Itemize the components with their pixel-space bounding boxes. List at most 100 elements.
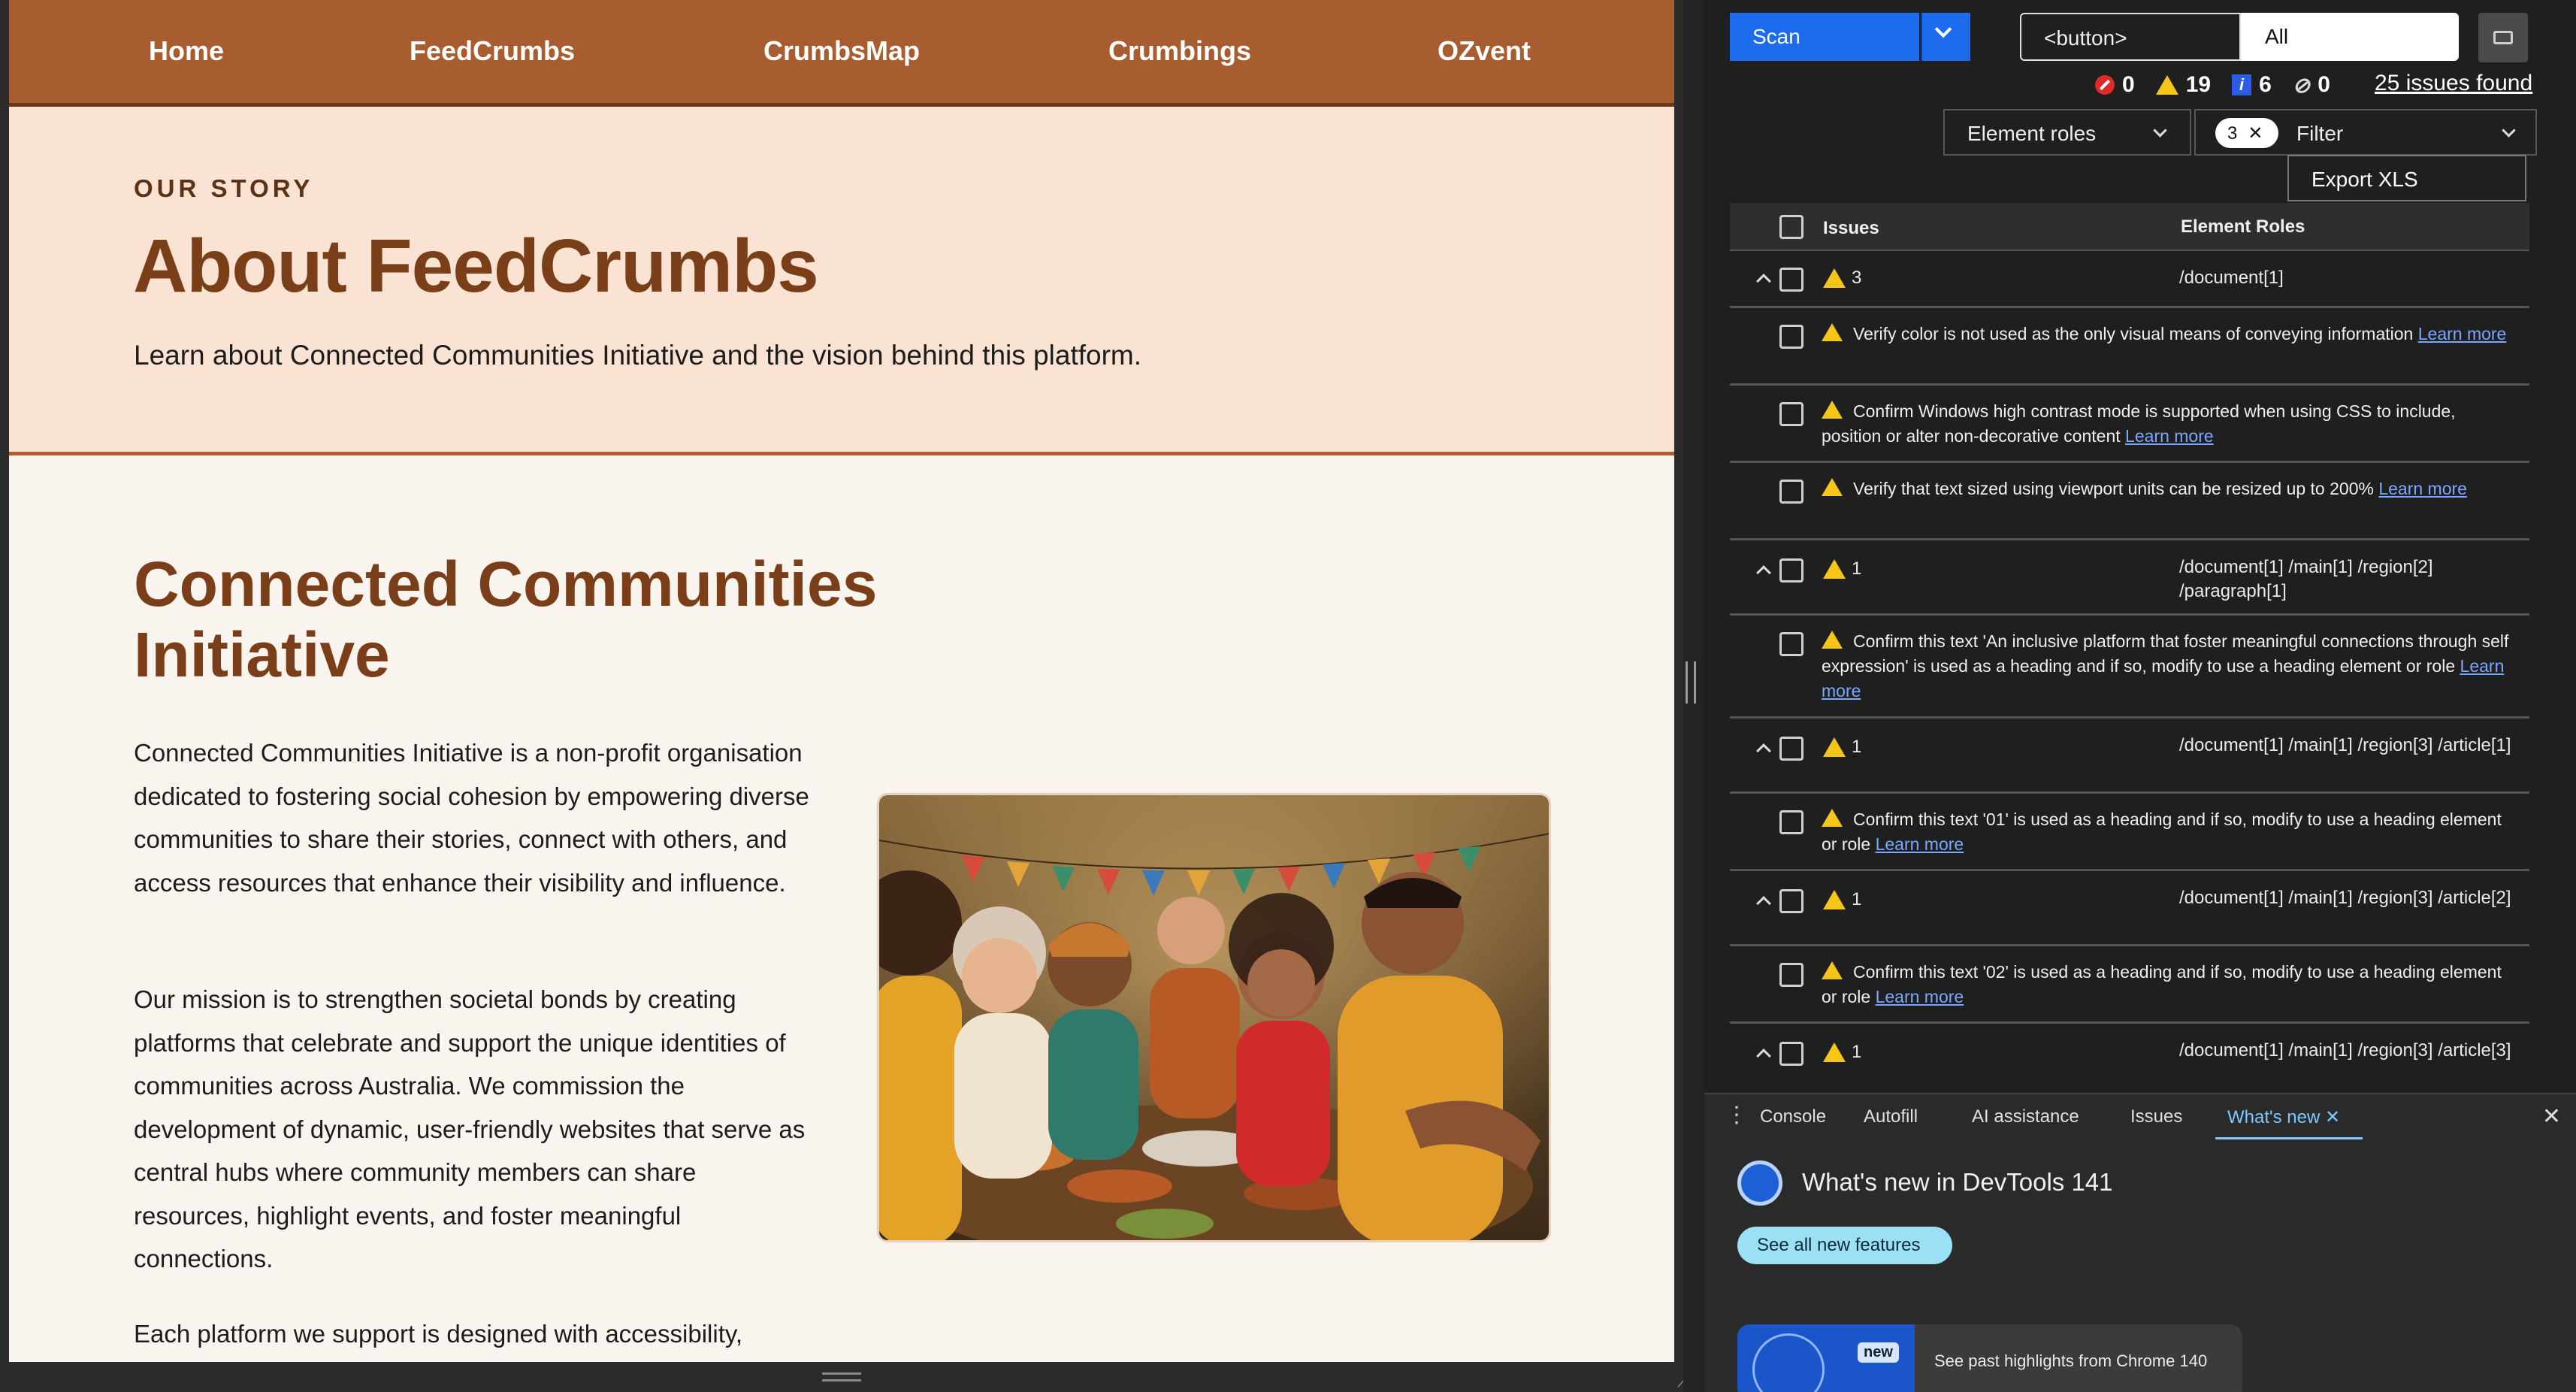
error-count[interactable]: 0	[2095, 72, 2135, 98]
page-title: About FeedCrumbs	[133, 224, 819, 308]
close-drawer-icon[interactable]: ✕	[2542, 1103, 2561, 1130]
nav-link-feedcrumbs[interactable]: FeedCrumbs	[410, 35, 575, 67]
table-row-group[interactable]: 1 /document[1] /main[1] /region[3] /arti…	[1730, 719, 2529, 794]
selector-input[interactable]: <button>	[2020, 13, 2241, 61]
chevron-down-icon	[2153, 123, 2167, 138]
splitter-handle-icon[interactable]	[1686, 661, 1696, 704]
close-tab-icon[interactable]: ✕	[2325, 1107, 2340, 1127]
hidden-count-value: 0	[2317, 72, 2330, 97]
error-count-value: 0	[2122, 72, 2135, 97]
resize-grip-icon[interactable]	[822, 1372, 861, 1381]
see-all-features-button[interactable]: See all new features	[1737, 1227, 1952, 1264]
table-row-issue[interactable]: Confirm Windows high contrast mode is su…	[1730, 386, 2529, 463]
warning-icon	[1822, 809, 1843, 827]
row-checkbox[interactable]	[1779, 480, 1804, 504]
nav-link-ozvent[interactable]: OZvent	[1438, 35, 1531, 67]
clear-icon[interactable]: ✕	[2248, 123, 2263, 144]
warning-icon	[2155, 75, 2178, 95]
whats-new-title: What's new in DevTools 141	[1802, 1168, 2113, 1196]
scan-button[interactable]: Scan	[1730, 13, 1919, 61]
row-checkbox[interactable]	[1779, 268, 1804, 292]
table-row-group[interactable]: 3 /document[1]	[1730, 251, 2529, 308]
paragraph-about: Connected Communities Initiative is a no…	[134, 739, 809, 897]
page-content: Home FeedCrumbs CrumbsMap Crumbings OZve…	[9, 0, 1674, 1362]
tab-ai-assistance[interactable]: AI assistance	[1972, 1106, 2079, 1127]
element-path: /document[1] /main[1] /region[3] /articl…	[2179, 1040, 2511, 1061]
row-checkbox[interactable]	[1779, 1042, 1804, 1066]
tab-console[interactable]: Console	[1760, 1106, 1826, 1127]
nav-link-home[interactable]: Home	[149, 35, 224, 67]
warning-icon	[1822, 631, 1843, 649]
info-icon: i	[2232, 74, 2252, 95]
warning-icon	[1823, 268, 1846, 288]
table-row-group[interactable]: 1 /document[1] /main[1] /region[3] /arti…	[1730, 871, 2529, 946]
table-row-issue[interactable]: Confirm this text '02' is used as a head…	[1730, 946, 2529, 1024]
more-options-icon[interactable]: ⋮	[1725, 1102, 1748, 1128]
group-count: 1	[1852, 1042, 1862, 1062]
row-checkbox[interactable]	[1779, 737, 1804, 761]
warning-icon	[1822, 961, 1843, 979]
filter-count-chip[interactable]: 3 ✕	[2215, 118, 2278, 148]
learn-more-link[interactable]: Learn more	[2418, 324, 2507, 343]
learn-more-link[interactable]: Learn more	[1876, 834, 1964, 854]
info-count-value: 6	[2259, 72, 2272, 97]
column-header-issues: Issues	[1823, 218, 1879, 238]
element-roles-dropdown[interactable]: Element roles	[1943, 109, 2191, 156]
row-checkbox[interactable]	[1779, 402, 1804, 426]
warning-icon	[1822, 401, 1843, 419]
chevron-up-icon[interactable]	[1756, 274, 1771, 289]
table-row-issue[interactable]: Confirm this text '01' is used as a head…	[1730, 794, 2529, 871]
group-count: 1	[1852, 737, 1862, 757]
chevron-down-icon	[1934, 20, 1952, 38]
row-checkbox[interactable]	[1779, 558, 1804, 583]
row-checkbox[interactable]	[1779, 632, 1804, 656]
select-all-checkbox[interactable]	[1779, 215, 1804, 239]
tab-whats-new[interactable]: What's new ✕	[2227, 1106, 2340, 1128]
chevron-up-icon[interactable]	[1756, 743, 1771, 758]
tab-issues[interactable]: Issues	[2130, 1106, 2182, 1127]
element-path: /document[1] /main[1] /region[3] /articl…	[2179, 888, 2511, 908]
learn-more-link[interactable]: Learn more	[2378, 479, 2467, 498]
table-row-group[interactable]: 1 /document[1] /main[1] /region[3] /arti…	[1730, 1024, 2529, 1093]
filter-label: Filter	[2296, 122, 2344, 145]
learn-more-link[interactable]: Learn more	[2125, 426, 2214, 446]
hidden-count[interactable]: ⊘ 0	[2293, 72, 2330, 98]
community-photo	[877, 793, 1551, 1242]
element-path: /document[1] /main[1] /region[2] /paragr…	[2179, 557, 2433, 601]
export-xls-button[interactable]: Export XLS	[2287, 155, 2526, 201]
warning-icon	[1822, 478, 1843, 496]
nav-link-crumbsmap[interactable]: CrumbsMap	[763, 35, 920, 67]
info-count[interactable]: i6	[2232, 72, 2272, 98]
chevron-up-icon[interactable]	[1756, 565, 1771, 580]
warning-count[interactable]: 19	[2155, 72, 2212, 98]
row-checkbox[interactable]	[1779, 325, 1804, 349]
issues-table-body: 3 /document[1] Verify color is not used …	[1730, 251, 2529, 1093]
tab-autofill[interactable]: Autofill	[1864, 1106, 1918, 1127]
nav-link-crumbings[interactable]: Crumbings	[1108, 35, 1251, 67]
keyboard-button[interactable]	[2478, 13, 2528, 62]
chevron-up-icon[interactable]	[1756, 1049, 1771, 1064]
row-checkbox[interactable]	[1779, 889, 1804, 913]
scan-options-button[interactable]	[1921, 13, 1970, 61]
table-row-issue[interactable]: Verify color is not used as the only vis…	[1730, 308, 2529, 386]
issues-found-link[interactable]: 25 issues found	[2375, 71, 2532, 96]
hero-banner: OUR STORY About FeedCrumbs Learn about C…	[9, 107, 1674, 455]
table-row-group[interactable]: 1 /document[1] /main[1] /region[2] /para…	[1730, 540, 2529, 616]
element-path: /document[1]	[2179, 268, 2284, 288]
scope-select[interactable]: All	[2241, 13, 2459, 61]
warning-icon	[1823, 1042, 1846, 1062]
row-checkbox[interactable]	[1779, 963, 1804, 987]
learn-more-link[interactable]: Learn more	[1876, 987, 1964, 1006]
eye-off-icon: ⊘	[2292, 73, 2311, 97]
page-subtitle: Learn about Connected Communities Initia…	[134, 340, 1141, 371]
highlights-card[interactable]: new See past highlights from Chrome 140	[1737, 1324, 2242, 1392]
table-row-issue[interactable]: Verify that text sized using viewport un…	[1730, 463, 2529, 540]
chevron-up-icon[interactable]	[1756, 896, 1771, 911]
warning-icon	[1823, 890, 1846, 909]
issue-text: Verify that text sized using viewport un…	[1853, 479, 2374, 498]
section-title: Connected Communities Initiative	[134, 549, 878, 690]
row-checkbox[interactable]	[1779, 810, 1804, 834]
warning-count-value: 19	[2185, 72, 2212, 97]
filter-dropdown[interactable]: 3 ✕ Filter	[2194, 109, 2537, 156]
table-row-issue[interactable]: Confirm this text 'An inclusive platform…	[1730, 616, 2529, 719]
